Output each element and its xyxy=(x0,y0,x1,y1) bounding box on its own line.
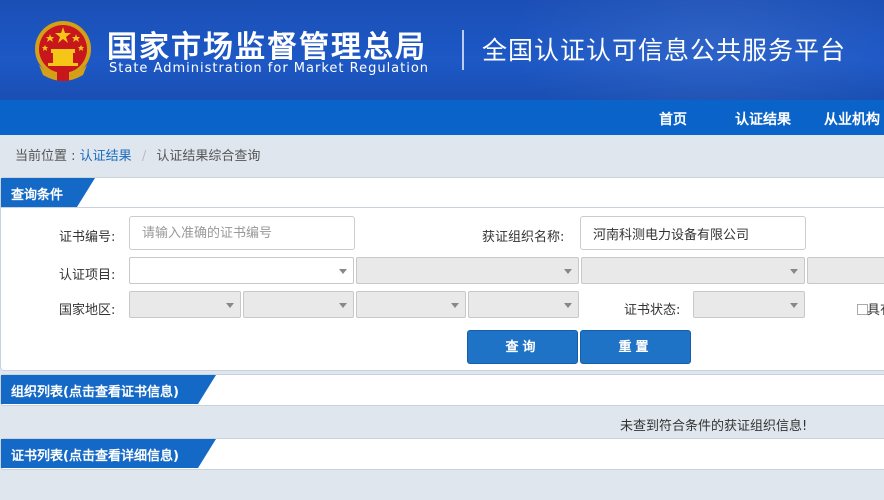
nav-item-home[interactable]: 首页 xyxy=(659,109,687,129)
org-name-label: 获证组织名称: xyxy=(482,230,565,245)
chevron-down-icon xyxy=(451,303,459,308)
chevron-down-icon xyxy=(226,303,234,308)
status-label: 证书状态: xyxy=(624,303,681,318)
query-panel: 查询条件 证书编号: 获证组织名称: 认证项目: 国家地区: 证书状态: 具有 … xyxy=(0,177,884,371)
national-emblem-icon xyxy=(35,21,91,81)
chevron-down-icon xyxy=(564,269,572,274)
region-select-3[interactable] xyxy=(356,291,466,318)
query-panel-tab: 查询条件 xyxy=(1,178,95,207)
project-select-2[interactable] xyxy=(356,257,579,284)
breadcrumb-current: 认证结果综合查询 xyxy=(156,149,261,164)
project-label: 认证项目: xyxy=(59,268,116,283)
cert-list-tab[interactable]: 证书列表(点击查看详细信息) xyxy=(1,439,216,468)
breadcrumb-link[interactable]: 认证结果 xyxy=(80,149,132,164)
chevron-down-icon xyxy=(339,269,347,274)
agency-title-zh: 国家市场监督管理总局 xyxy=(107,30,427,65)
header-divider xyxy=(462,30,464,70)
cert-no-label: 证书编号: xyxy=(59,230,116,245)
project-select-4[interactable] xyxy=(807,257,884,284)
site-header: 国家市场监督管理总局 State Administration for Mark… xyxy=(0,0,884,100)
search-button[interactable]: 查询 xyxy=(467,330,578,364)
region-select-1[interactable] xyxy=(129,291,241,318)
chevron-down-icon xyxy=(790,303,798,308)
breadcrumb-separator: / xyxy=(141,149,147,164)
platform-title: 全国认证认可信息公共服务平台 xyxy=(482,36,847,65)
empty-result-message: 未查到符合条件的获证组织信息! xyxy=(620,419,808,434)
org-list-tab[interactable]: 组织列表(点击查看证书信息) xyxy=(1,375,216,404)
project-select-1[interactable] xyxy=(129,257,354,284)
cert-no-input[interactable] xyxy=(129,216,355,250)
status-select[interactable] xyxy=(693,291,805,318)
org-list-panel: 组织列表(点击查看证书信息) xyxy=(0,374,884,406)
panel-divider xyxy=(1,207,884,208)
chevron-down-icon xyxy=(790,269,798,274)
org-name-input[interactable] xyxy=(580,216,806,250)
region-label: 国家地区: xyxy=(59,303,116,318)
breadcrumb-prefix: 当前位置 : xyxy=(15,149,76,164)
reset-button[interactable]: 重置 xyxy=(580,330,691,364)
breadcrumb: 当前位置 : 认证结果 / 认证结果综合查询 xyxy=(15,145,260,164)
region-select-4[interactable] xyxy=(468,291,579,318)
main-nav: 首页 认证结果 从业机构 xyxy=(0,100,884,135)
region-select-2[interactable] xyxy=(243,291,354,318)
nav-item-cert-results[interactable]: 认证结果 xyxy=(735,109,791,129)
checkbox-label: 具有 xyxy=(867,303,884,318)
nav-item-institutions[interactable]: 从业机构 xyxy=(824,109,880,129)
agency-title-en: State Administration for Market Regulati… xyxy=(109,61,430,76)
chevron-down-icon xyxy=(564,303,572,308)
chevron-down-icon xyxy=(339,303,347,308)
project-select-3[interactable] xyxy=(581,257,805,284)
cert-list-panel: 证书列表(点击查看详细信息) xyxy=(0,438,884,470)
